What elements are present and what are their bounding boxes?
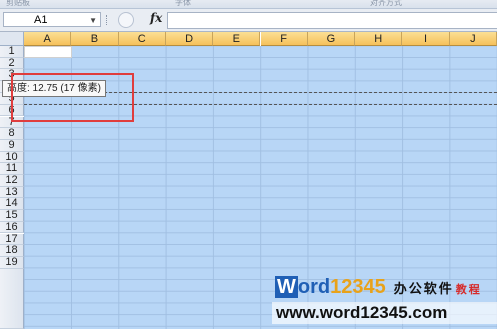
row-header-16[interactable]: 16	[0, 221, 24, 234]
name-box-value: A1	[34, 14, 48, 26]
red-highlight-box	[11, 73, 134, 122]
formula-input[interactable]	[167, 12, 497, 29]
expand-circle-icon[interactable]	[118, 12, 134, 28]
column-header-e[interactable]: E	[213, 32, 261, 46]
ribbon-label-clipboard: 剪贴板	[6, 0, 30, 7]
watermark-ord: ord	[297, 276, 331, 298]
watermark-url: www.word12345.com	[272, 302, 497, 324]
watermark-logo: Word12345 办公软件 教程	[275, 276, 482, 298]
watermark-num: 12345	[330, 276, 386, 298]
name-box[interactable]: A1 ▼	[3, 12, 101, 27]
watermark-w: W	[275, 276, 298, 298]
column-header-h[interactable]: H	[355, 32, 403, 46]
row-header-9[interactable]: 9	[0, 139, 24, 152]
column-header-j[interactable]: J	[449, 32, 497, 46]
column-header-d[interactable]: D	[165, 32, 214, 46]
ribbon-label-alignment: 对齐方式	[370, 0, 402, 7]
formula-bar-splitter[interactable]	[106, 15, 110, 25]
row-header-1[interactable]: 1	[0, 45, 24, 58]
insert-function-button[interactable]: fx	[150, 11, 162, 25]
watermark-cn-tutorial: 教程	[455, 284, 482, 296]
row-header-12[interactable]: 12	[0, 174, 24, 187]
chevron-down-icon[interactable]: ▼	[89, 13, 97, 28]
ribbon-group-labels: 剪贴板 字体 对齐方式	[0, 0, 497, 9]
column-header-g[interactable]: G	[307, 32, 356, 46]
column-header-c[interactable]: C	[118, 32, 166, 46]
column-header-f[interactable]: F	[260, 32, 308, 46]
column-header-a[interactable]: A	[24, 32, 72, 46]
active-cell-a1[interactable]	[24, 46, 72, 58]
formula-bar: A1 ▼ fx	[0, 9, 497, 32]
column-header-i[interactable]: I	[402, 32, 450, 46]
row-header-overflow	[0, 268, 24, 329]
ribbon-label-font: 字体	[175, 0, 191, 7]
row-header-19[interactable]: 19	[0, 256, 24, 269]
select-all-corner[interactable]	[0, 32, 24, 46]
column-header-b[interactable]: B	[71, 32, 119, 46]
watermark-cn-office: 办公软件	[393, 281, 454, 296]
